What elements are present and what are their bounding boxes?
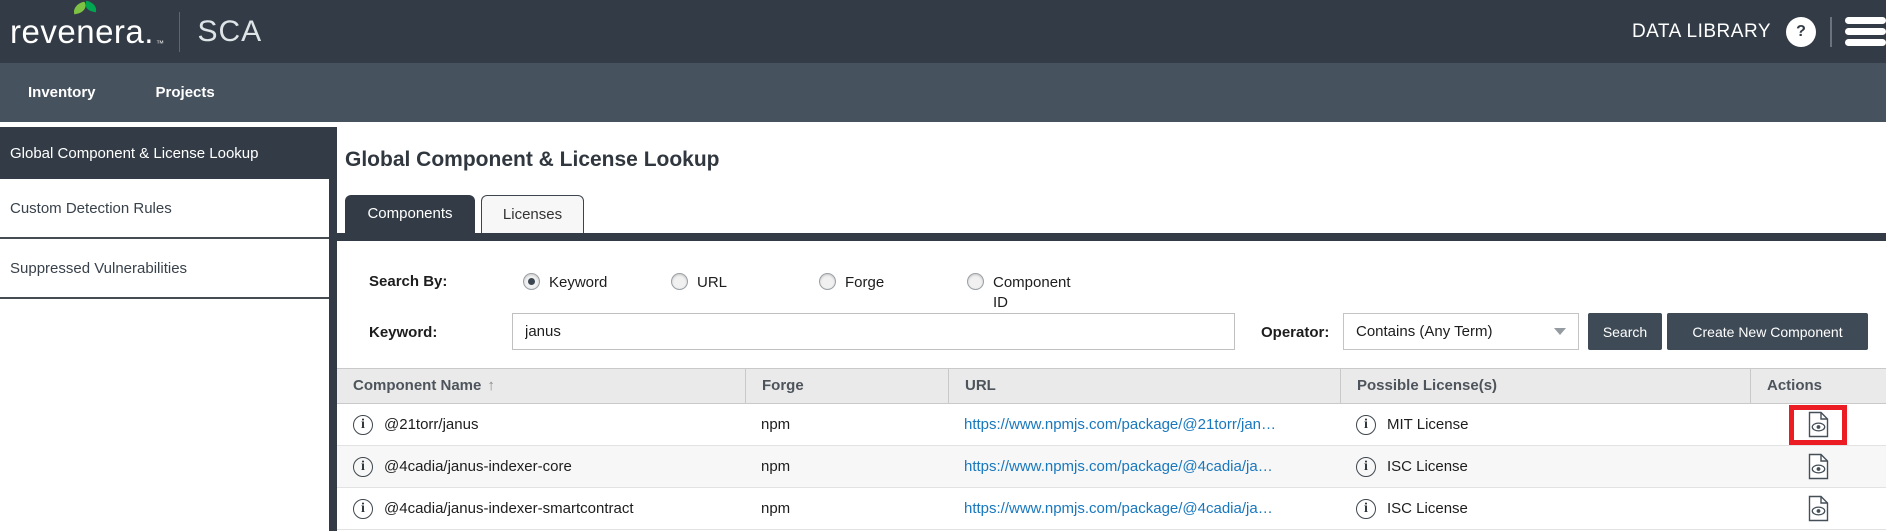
component-url-link[interactable]: https://www.npmjs.com/package/@4cadia/ja… (964, 500, 1273, 517)
hamburger-menu-icon[interactable] (1845, 17, 1886, 46)
operator-select[interactable]: Contains (Any Term) (1343, 313, 1579, 350)
keyword-label: Keyword: (369, 321, 437, 345)
radio-option-url[interactable]: URL (671, 273, 727, 293)
component-name: @4cadia/janus-indexer-smartcontract (384, 500, 634, 517)
license-name: MIT License (1387, 416, 1468, 433)
header-divider (1830, 17, 1832, 47)
view-component-document-icon[interactable] (1807, 411, 1830, 438)
results-table: Component Name↑ Forge URL Possible Licen… (337, 368, 1886, 530)
license-name: ISC License (1387, 500, 1468, 517)
revenera-logo: revenera.™ SCA (10, 12, 262, 52)
main-navbar: Inventory Projects (0, 63, 1886, 122)
table-row: i @21torr/janus npm https://www.npmjs.co… (337, 404, 1886, 446)
radio-option-forge[interactable]: Forge (819, 273, 884, 293)
info-icon[interactable]: i (353, 457, 373, 477)
column-header-possible-licenses[interactable]: Possible License(s) (1340, 369, 1750, 403)
main-content: Global Component & License Lookup Compon… (337, 122, 1886, 531)
table-row: i @4cadia/janus-indexer-smartcontract np… (337, 488, 1886, 530)
sidebar-item-custom-detection-rules[interactable]: Custom Detection Rules (0, 179, 329, 239)
forge-value: npm (745, 488, 948, 529)
data-library-label: DATA LIBRARY (1632, 21, 1771, 43)
sidebar-right-border (329, 127, 337, 531)
radio-label: Keyword (549, 273, 607, 293)
view-component-document-icon[interactable] (1807, 495, 1830, 522)
tab-components[interactable]: Components (345, 195, 475, 233)
radio-button-icon[interactable] (671, 273, 688, 290)
view-component-document-icon[interactable] (1807, 453, 1830, 480)
nav-inventory[interactable]: Inventory (28, 84, 96, 101)
component-name: @4cadia/janus-indexer-core (384, 458, 572, 475)
tab-panel-top-border (337, 233, 1886, 241)
component-url-link[interactable]: https://www.npmjs.com/package/@21torr/ja… (964, 416, 1276, 433)
table-row: i @4cadia/janus-indexer-core npm https:/… (337, 446, 1886, 488)
sidebar-item-suppressed-vulnerabilities[interactable]: Suppressed Vulnerabilities (0, 239, 329, 299)
table-header-row: Component Name↑ Forge URL Possible Licen… (337, 368, 1886, 404)
logo-leaf-right-icon (84, 0, 98, 12)
brand-wordmark: revenera.™ (10, 13, 164, 51)
sidebar: Global Component & License Lookup Custom… (0, 122, 337, 531)
info-icon[interactable]: i (1356, 499, 1376, 519)
header-right-group: DATA LIBRARY ? (1632, 0, 1886, 63)
trademark-symbol: ™ (156, 37, 165, 51)
column-header-actions: Actions (1750, 369, 1886, 403)
column-header-url[interactable]: URL (948, 369, 1340, 403)
forge-value: npm (745, 446, 948, 487)
logo-divider (179, 12, 180, 52)
radio-button-icon[interactable] (523, 273, 540, 290)
operator-selected-value: Contains (Any Term) (1356, 323, 1492, 340)
radio-label: URL (697, 273, 727, 293)
component-url-link[interactable]: https://www.npmjs.com/package/@4cadia/ja… (964, 458, 1273, 475)
search-by-label: Search By: (369, 270, 447, 294)
nav-projects[interactable]: Projects (156, 84, 215, 101)
tab-licenses[interactable]: Licenses (481, 195, 584, 233)
product-name: SCA (197, 15, 262, 49)
sort-ascending-icon: ↑ (487, 377, 495, 394)
search-button[interactable]: Search (1588, 313, 1662, 350)
info-icon[interactable]: i (353, 499, 373, 519)
radio-option-keyword[interactable]: Keyword (523, 273, 607, 293)
info-icon[interactable]: i (1356, 415, 1376, 435)
keyword-input[interactable] (512, 313, 1235, 350)
brand-text: reve (10, 13, 76, 51)
radio-button-icon[interactable] (819, 273, 836, 290)
radio-button-icon[interactable] (967, 273, 984, 290)
create-new-component-button[interactable]: Create New Component (1667, 313, 1868, 350)
brand-text: n (76, 13, 95, 50)
operator-label: Operator: (1261, 321, 1329, 345)
license-name: ISC License (1387, 458, 1468, 475)
radio-label: Forge (845, 273, 884, 293)
help-icon[interactable]: ? (1786, 17, 1816, 47)
column-header-forge[interactable]: Forge (745, 369, 948, 403)
app-window: revenera.™ SCA DATA LIBRARY ? Inventory … (0, 0, 1886, 531)
top-header: revenera.™ SCA DATA LIBRARY ? (0, 0, 1886, 63)
radio-option-component-id[interactable]: Component ID (967, 273, 1077, 313)
brand-text: era. (95, 13, 154, 51)
column-header-component-name[interactable]: Component Name↑ (337, 369, 745, 403)
info-icon[interactable]: i (1356, 457, 1376, 477)
chevron-down-icon (1554, 328, 1566, 335)
radio-label: Component ID (993, 273, 1077, 313)
page-title: Global Component & License Lookup (345, 148, 720, 172)
sidebar-item-global-component-license-lookup[interactable]: Global Component & License Lookup (0, 127, 337, 179)
info-icon[interactable]: i (353, 415, 373, 435)
component-name: @21torr/janus (384, 416, 478, 433)
forge-value: npm (745, 404, 948, 445)
